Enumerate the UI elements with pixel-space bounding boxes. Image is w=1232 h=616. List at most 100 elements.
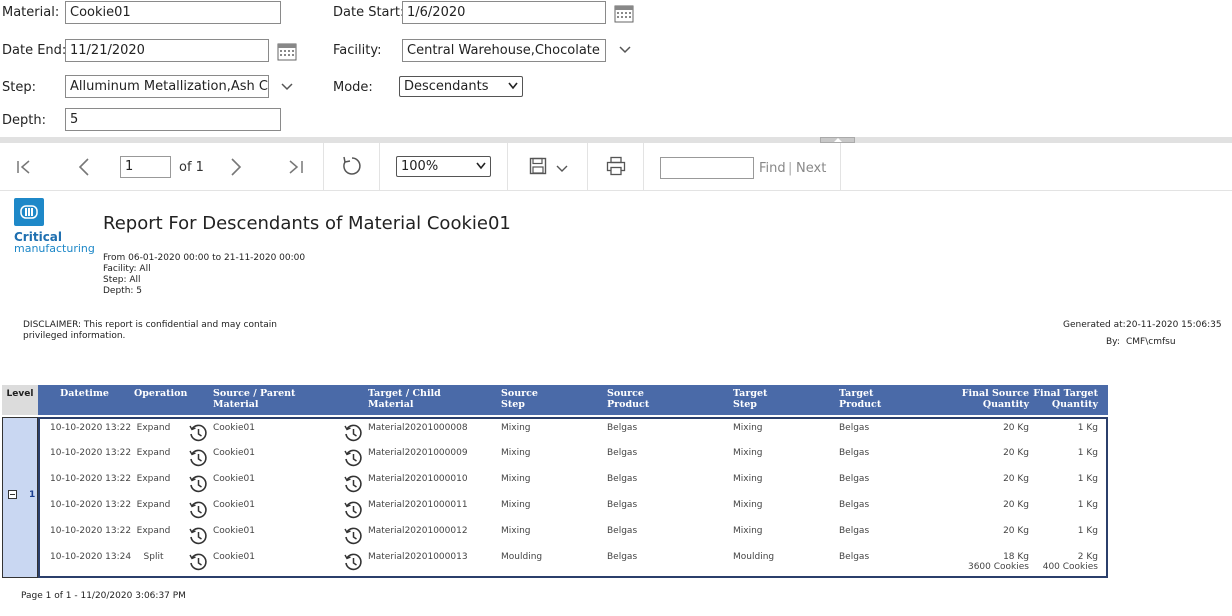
page-of-label: of 1 xyxy=(179,160,204,175)
cell-final-source-qty: 20 Kg xyxy=(1003,423,1029,433)
cell-operation: Expand xyxy=(136,526,171,536)
cell-source-material: Cookie01 xyxy=(213,526,255,536)
col-source-material-header-1: Source / Parent xyxy=(213,388,296,399)
zoom-select[interactable]: 100% xyxy=(396,156,491,177)
material-input[interactable]: Cookie01 xyxy=(65,1,281,24)
date-end-input[interactable]: 11/21/2020 xyxy=(65,39,269,62)
find-input[interactable] xyxy=(660,157,754,179)
source-history-icon[interactable] xyxy=(188,474,208,494)
cell-target-material: Material20201000011 xyxy=(368,500,468,510)
print-icon[interactable] xyxy=(606,156,626,176)
col-final-target-header-1: Final Target xyxy=(1033,388,1098,399)
last-page-icon[interactable] xyxy=(286,159,304,175)
cell-source-step: Mixing xyxy=(501,474,531,484)
cell-final-source-qty: 20 Kg xyxy=(1003,448,1029,458)
cell-datetime: 10-10-2020 13:22 xyxy=(50,448,132,458)
col-source-step-header-1: Source xyxy=(501,388,538,399)
cell-target-step: Mixing xyxy=(733,526,763,536)
cell-source-step: Mixing xyxy=(501,500,531,510)
target-history-icon[interactable] xyxy=(343,474,363,494)
cell-target-step: Moulding xyxy=(733,552,775,562)
source-history-icon[interactable] xyxy=(188,526,208,546)
cell-final-target-qty: 1 Kg xyxy=(1077,423,1098,433)
company-logo xyxy=(14,198,44,226)
cell-source-material: Cookie01 xyxy=(213,448,255,458)
cell-target-product: Belgas xyxy=(839,552,870,562)
cell-source-step: Mixing xyxy=(501,526,531,536)
col-target-product-header-1: Target xyxy=(839,388,874,399)
target-history-icon[interactable] xyxy=(343,423,363,443)
col-source-material-header-2: Material xyxy=(213,399,259,410)
source-history-icon[interactable] xyxy=(188,448,208,468)
cell-datetime: 10-10-2020 13:22 xyxy=(50,423,132,433)
cell-final-source-qty: 20 Kg xyxy=(1003,474,1029,484)
find-button[interactable]: Find xyxy=(759,161,786,176)
report-facility-filter: Facility: All xyxy=(103,264,151,274)
page-number-input[interactable]: 1 xyxy=(120,156,171,178)
logo-text-manufacturing: manufacturing xyxy=(14,242,95,255)
depth-input[interactable]: 5 xyxy=(65,108,281,131)
mode-select[interactable]: Descendants xyxy=(399,76,523,97)
cell-source-product: Belgas xyxy=(607,423,638,433)
first-page-icon[interactable] xyxy=(16,159,34,175)
source-history-icon[interactable] xyxy=(188,500,208,520)
cell-target-material: Material20201000008 xyxy=(368,423,468,433)
cell-source-product: Belgas xyxy=(607,526,638,536)
cell-target-step: Mixing xyxy=(733,500,763,510)
cell-target-material: Material20201000013 xyxy=(368,552,468,562)
calendar-icon[interactable] xyxy=(614,3,634,23)
cell-target-product: Belgas xyxy=(839,500,870,510)
calendar-icon[interactable] xyxy=(277,41,297,61)
cell-target-product: Belgas xyxy=(839,448,870,458)
facility-input[interactable]: Central Warehouse,Chocolate Fac xyxy=(402,39,606,62)
refresh-icon[interactable] xyxy=(341,155,363,177)
cell-datetime: 10-10-2020 13:24 xyxy=(50,552,132,562)
report-title: Report For Descendants of Material Cooki… xyxy=(103,213,511,234)
target-history-icon[interactable] xyxy=(343,500,363,520)
cell-target-product: Belgas xyxy=(839,474,870,484)
cell-target-step: Mixing xyxy=(733,474,763,484)
cell-source-material: Cookie01 xyxy=(213,423,255,433)
report-toolbar: 1 of 1 100% Find | Next xyxy=(0,143,1232,191)
next-page-icon[interactable] xyxy=(229,158,243,176)
save-dropdown-chevron-icon[interactable] xyxy=(556,165,568,173)
step-input[interactable]: Alluminum Metallization,Ash Clea xyxy=(65,75,269,98)
step-dropdown-chevron-icon[interactable] xyxy=(280,82,294,92)
target-history-icon[interactable] xyxy=(343,526,363,546)
col-datetime-header: Datetime xyxy=(60,388,109,399)
facility-dropdown-chevron-icon[interactable] xyxy=(618,45,632,55)
disclaimer-line-2: privileged information. xyxy=(23,331,126,341)
col-target-step-header-1: Target xyxy=(733,388,768,399)
level-number: 1 xyxy=(29,490,36,500)
cell-final-target-qty: 1 Kg xyxy=(1077,474,1098,484)
target-history-icon[interactable] xyxy=(343,448,363,468)
mode-label: Mode: xyxy=(333,80,373,95)
source-history-icon[interactable] xyxy=(188,423,208,443)
prev-page-icon[interactable] xyxy=(77,158,91,176)
cell-datetime: 10-10-2020 13:22 xyxy=(50,526,132,536)
cell-source-product: Belgas xyxy=(607,448,638,458)
cell-target-step: Mixing xyxy=(733,423,763,433)
next-button[interactable]: Next xyxy=(796,161,826,176)
cell-target-product: Belgas xyxy=(839,526,870,536)
cell-source-material: Cookie01 xyxy=(213,500,255,510)
col-final-source-header-1: Final Source xyxy=(961,388,1029,399)
cell-operation: Expand xyxy=(136,474,171,484)
cell-source-step: Moulding xyxy=(501,552,543,562)
cell-source-material: Cookie01 xyxy=(213,474,255,484)
collapse-toggle-icon[interactable] xyxy=(8,490,17,499)
find-separator: | xyxy=(788,161,793,176)
target-history-icon[interactable] xyxy=(343,552,363,572)
cell-source-material: Cookie01 xyxy=(213,552,255,562)
date-start-input[interactable]: 1/6/2020 xyxy=(402,1,606,24)
cell-datetime: 10-10-2020 13:22 xyxy=(50,500,132,510)
col-target-material-header-1: Target / Child xyxy=(368,388,441,399)
cell-target-step: Mixing xyxy=(733,448,763,458)
save-icon[interactable] xyxy=(529,157,547,175)
cell-final-target-qty-secondary: 400 Cookies xyxy=(1042,562,1098,572)
report-date-range: From 06-01-2020 00:00 to 21-11-2020 00:0… xyxy=(103,253,306,263)
cell-final-target-qty: 1 Kg xyxy=(1077,526,1098,536)
cell-final-source-qty: 20 Kg xyxy=(1003,526,1029,536)
date-start-label: Date Start: xyxy=(333,5,405,20)
source-history-icon[interactable] xyxy=(188,552,208,572)
